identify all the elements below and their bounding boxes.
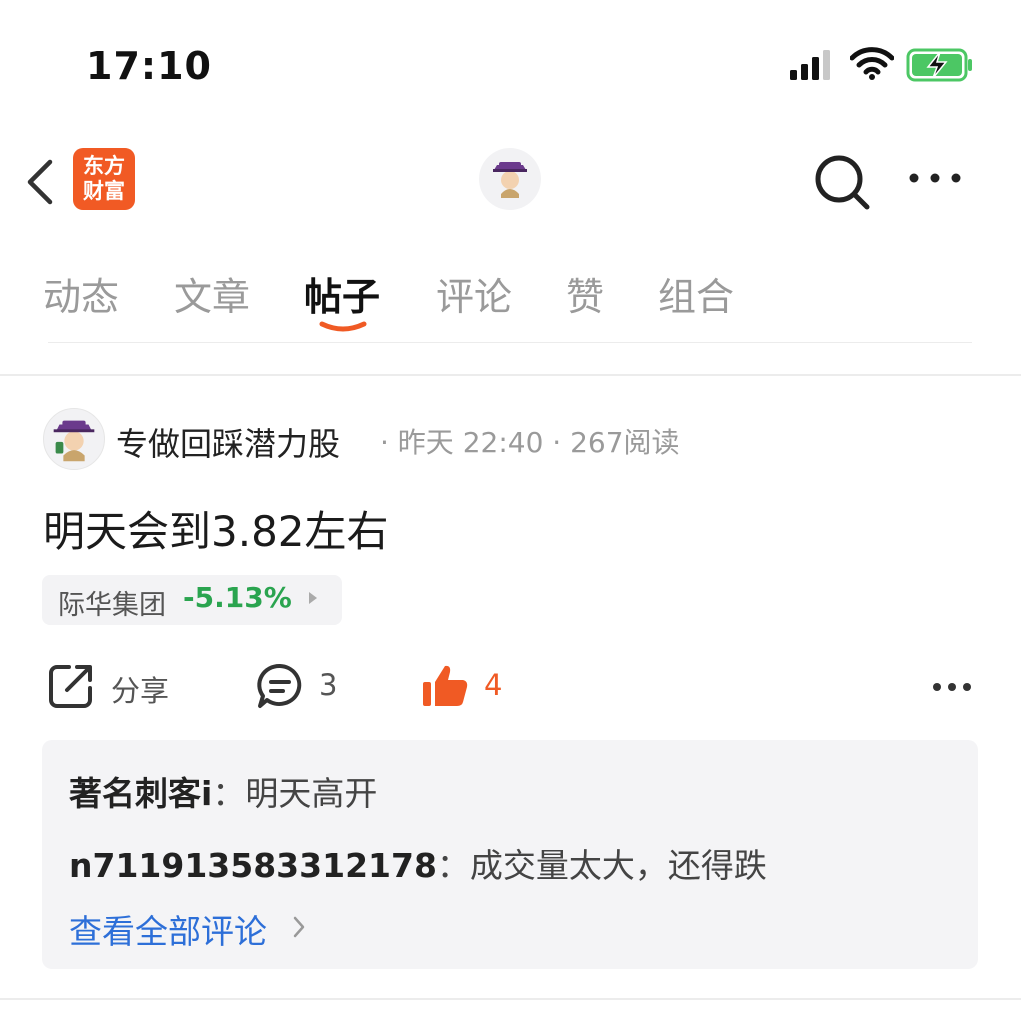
tab-likes[interactable]: 赞 — [566, 266, 604, 321]
post-meta: · 昨天 22:40 · 267阅读 — [380, 426, 680, 459]
like-count[interactable]: 4 — [484, 668, 502, 702]
post-more-icon[interactable] — [932, 678, 972, 697]
comment-icon[interactable] — [256, 662, 304, 714]
search-icon[interactable] — [812, 152, 872, 216]
cellular-signal-icon — [790, 50, 836, 84]
author-avatar[interactable] — [43, 408, 105, 470]
comment-separator: ： — [212, 774, 246, 813]
comment-user[interactable]: 著名刺客i — [69, 774, 212, 813]
comment-item[interactable]: n711913583312178：成交量太大，还得跌 — [69, 839, 767, 887]
author-name[interactable]: 专做回踩潜力股 — [116, 419, 340, 465]
post-divider — [0, 998, 1021, 1000]
comment-item[interactable]: 著名刺客i：明天高开 — [69, 767, 377, 815]
status-time: 17:10 — [86, 44, 212, 88]
active-tab-indicator — [318, 318, 368, 338]
app-logo: 东方 财富 — [73, 148, 135, 210]
chevron-right-icon — [292, 915, 306, 943]
tab-dynamics[interactable]: 动态 — [43, 266, 119, 321]
view-all-comments-link[interactable]: 查看全部评论 — [69, 905, 267, 953]
stock-name: 际华集团 — [58, 590, 166, 621]
comment-text: 成交量太大，还得跌 — [469, 846, 767, 885]
post-content[interactable]: 明天会到3.82左右 — [43, 498, 389, 559]
comment-count[interactable]: 3 — [319, 668, 337, 702]
logo-text-line1: 东方 — [83, 154, 125, 178]
thumbs-up-icon[interactable] — [421, 662, 469, 714]
logo-text-line2: 财富 — [83, 179, 125, 203]
tab-articles[interactable]: 文章 — [174, 266, 250, 321]
tab-comments[interactable]: 评论 — [436, 266, 512, 321]
comment-separator: ： — [436, 846, 470, 885]
share-icon[interactable] — [47, 662, 95, 714]
back-button[interactable] — [22, 158, 58, 210]
wifi-icon — [849, 46, 895, 84]
battery-charging-icon — [906, 48, 974, 86]
caret-right-icon — [306, 589, 320, 611]
comment-user[interactable]: n711913583312178 — [69, 846, 437, 885]
tab-portfolio[interactable]: 组合 — [658, 266, 734, 321]
more-options-icon[interactable] — [908, 170, 962, 189]
tabs-divider — [48, 342, 972, 343]
user-avatar-header[interactable] — [479, 148, 541, 210]
section-divider — [0, 374, 1021, 376]
stock-change: -5.13% — [183, 581, 292, 614]
comment-text: 明天高开 — [245, 774, 378, 813]
tab-posts[interactable]: 帖子 — [304, 266, 380, 321]
share-button[interactable]: 分享 — [111, 668, 169, 710]
